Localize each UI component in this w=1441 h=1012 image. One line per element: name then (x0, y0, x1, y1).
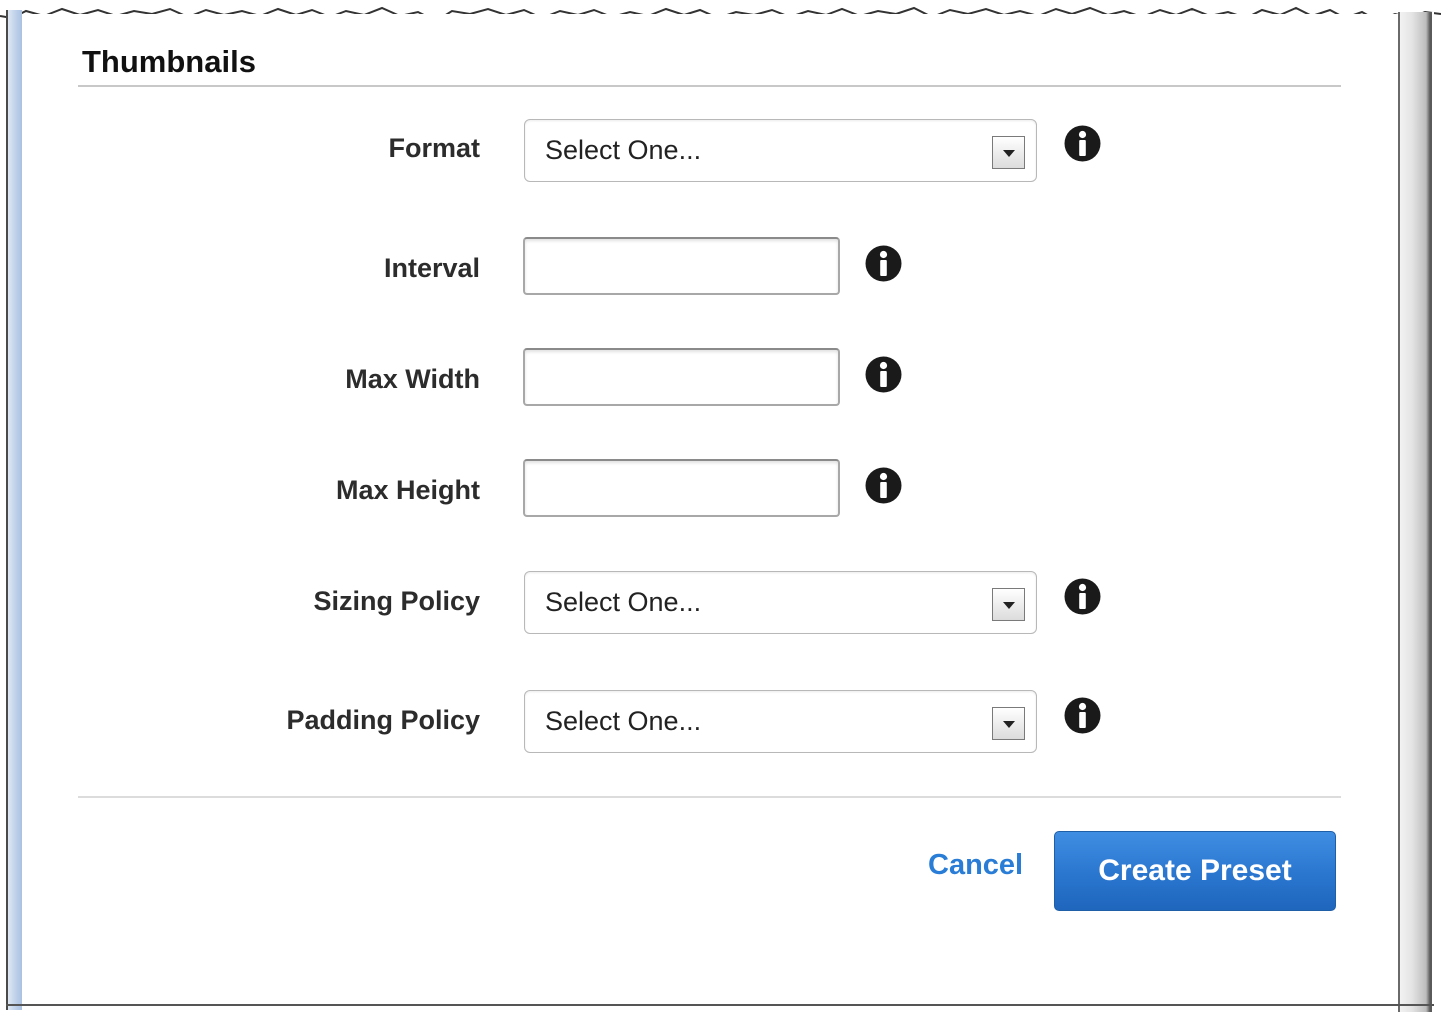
format-select[interactable]: Select One... (524, 119, 1037, 182)
section-divider (78, 85, 1341, 87)
footer-divider (78, 796, 1341, 798)
format-label: Format (388, 133, 480, 163)
padding-policy-label: Padding Policy (286, 705, 480, 735)
padding-policy-select-value: Select One... (545, 706, 702, 736)
thumbnails-panel: Thumbnails Format Select One... Interval… (22, 14, 1398, 1004)
info-icon[interactable] (865, 467, 902, 504)
chevron-down-icon[interactable] (992, 588, 1025, 621)
info-icon[interactable] (865, 356, 902, 393)
max-width-label: Max Width (345, 364, 480, 394)
sizing-policy-label: Sizing Policy (313, 586, 480, 616)
sizing-policy-select-value: Select One... (545, 587, 702, 617)
padding-policy-select[interactable]: Select One... (524, 690, 1037, 753)
info-icon[interactable] (865, 245, 902, 282)
section-title: Thumbnails (82, 44, 256, 79)
interval-input[interactable] (523, 237, 840, 295)
cancel-button[interactable]: Cancel (928, 851, 1023, 880)
info-icon[interactable] (1064, 578, 1101, 615)
info-icon[interactable] (1064, 697, 1101, 734)
max-height-label: Max Height (335, 475, 480, 505)
chevron-down-icon[interactable] (992, 707, 1025, 740)
info-icon[interactable] (1064, 125, 1101, 162)
window-left-border (6, 10, 22, 1010)
window-right-scrollbar (1398, 12, 1434, 1012)
max-width-input[interactable] (523, 348, 840, 406)
format-select-value: Select One... (545, 135, 702, 165)
sizing-policy-select[interactable]: Select One... (524, 571, 1037, 634)
max-height-input[interactable] (523, 459, 840, 517)
interval-label: Interval (383, 253, 480, 283)
chevron-down-icon[interactable] (992, 136, 1025, 169)
create-preset-button[interactable]: Create Preset (1054, 831, 1336, 911)
